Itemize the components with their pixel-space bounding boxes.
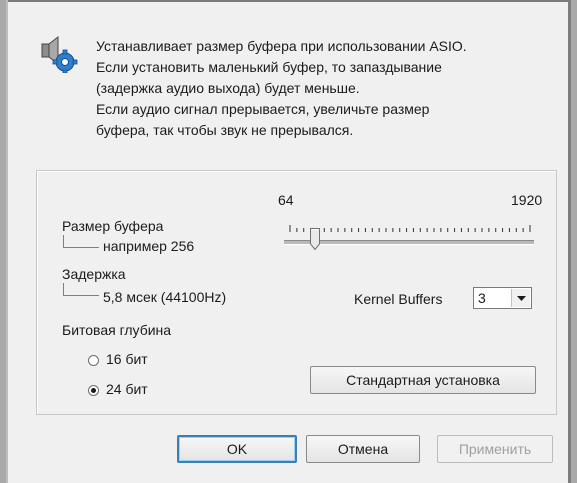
- slider-max-label: 1920: [511, 192, 543, 208]
- radio-24-bit-label[interactable]: 24 бит: [106, 381, 148, 397]
- slider-min-label: 64: [278, 192, 294, 208]
- bit-depth-label: Битовая глубина: [62, 322, 172, 338]
- latency-label: Задержка: [62, 266, 126, 282]
- latency-bracket: [63, 283, 99, 296]
- asio-settings-dialog: Устанавливает размер буфера при использо…: [6, 0, 571, 483]
- description-line: Устанавливает размер буфера при использо…: [96, 38, 467, 54]
- radio-24-bit[interactable]: [88, 385, 99, 396]
- buffer-example-value: например 256: [103, 238, 195, 254]
- description-line: (задержка аудио выхода) будет меньше.: [96, 80, 360, 96]
- kernel-buffers-value: 3: [478, 290, 486, 306]
- buffer-slider-track[interactable]: [284, 240, 534, 245]
- latency-value: 5,8 мсек (44100Hz): [103, 289, 227, 305]
- buffer-size-label: Размер буфера: [62, 218, 164, 234]
- default-setup-button[interactable]: Стандартная установка: [310, 366, 536, 394]
- window-top-border: [6, 0, 571, 2]
- dropdown-arrow-icon[interactable]: [511, 289, 530, 307]
- apply-button[interactable]: Применить: [437, 435, 553, 463]
- radio-16-bit[interactable]: [88, 355, 99, 366]
- radio-16-bit-label[interactable]: 16 бит: [106, 351, 148, 367]
- ok-button[interactable]: OK: [177, 435, 297, 463]
- kernel-buffers-select[interactable]: 3: [473, 287, 532, 309]
- radio-selected-dot: [91, 388, 96, 393]
- description-line: Если установить маленький буфер, то запа…: [96, 59, 442, 75]
- window-right-border: [568, 0, 571, 483]
- buffer-bracket: [63, 235, 99, 248]
- kernel-buffers-label: Kernel Buffers: [354, 291, 443, 307]
- cancel-button[interactable]: Отмена: [306, 435, 420, 463]
- window-left-border: [6, 0, 8, 483]
- description-line: буфера, так чтобы звук не прерывался.: [96, 122, 354, 138]
- buffer-slider-thumb[interactable]: [310, 228, 321, 251]
- slider-ticks: [289, 219, 531, 232]
- description-line: Если аудио сигнал прерывается, увеличьте…: [96, 101, 430, 117]
- speaker-settings-icon: [40, 35, 80, 74]
- description-text: Устанавливает размер буфера при использо…: [96, 36, 556, 141]
